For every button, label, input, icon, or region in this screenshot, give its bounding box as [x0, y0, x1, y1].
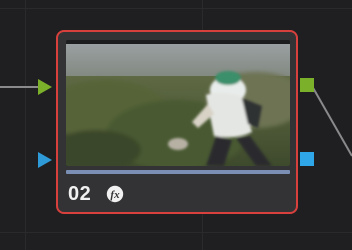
clip-progress-bar	[66, 170, 290, 174]
rgb-output-port[interactable]	[300, 78, 314, 92]
alpha-input-port[interactable]	[38, 152, 52, 168]
cyclist-video-frame	[66, 40, 290, 166]
node-editor-canvas[interactable]: 02 fx	[0, 0, 352, 250]
fx-icon[interactable]: fx	[106, 185, 124, 203]
node-thumbnail	[66, 40, 290, 166]
rgb-input-port[interactable]	[38, 79, 52, 95]
output-connection-line	[311, 85, 352, 157]
corrector-node[interactable]: 02 fx	[56, 30, 298, 214]
alpha-output-port[interactable]	[300, 152, 314, 166]
fx-glyph: fx	[110, 189, 120, 201]
node-label: 02	[68, 183, 92, 205]
